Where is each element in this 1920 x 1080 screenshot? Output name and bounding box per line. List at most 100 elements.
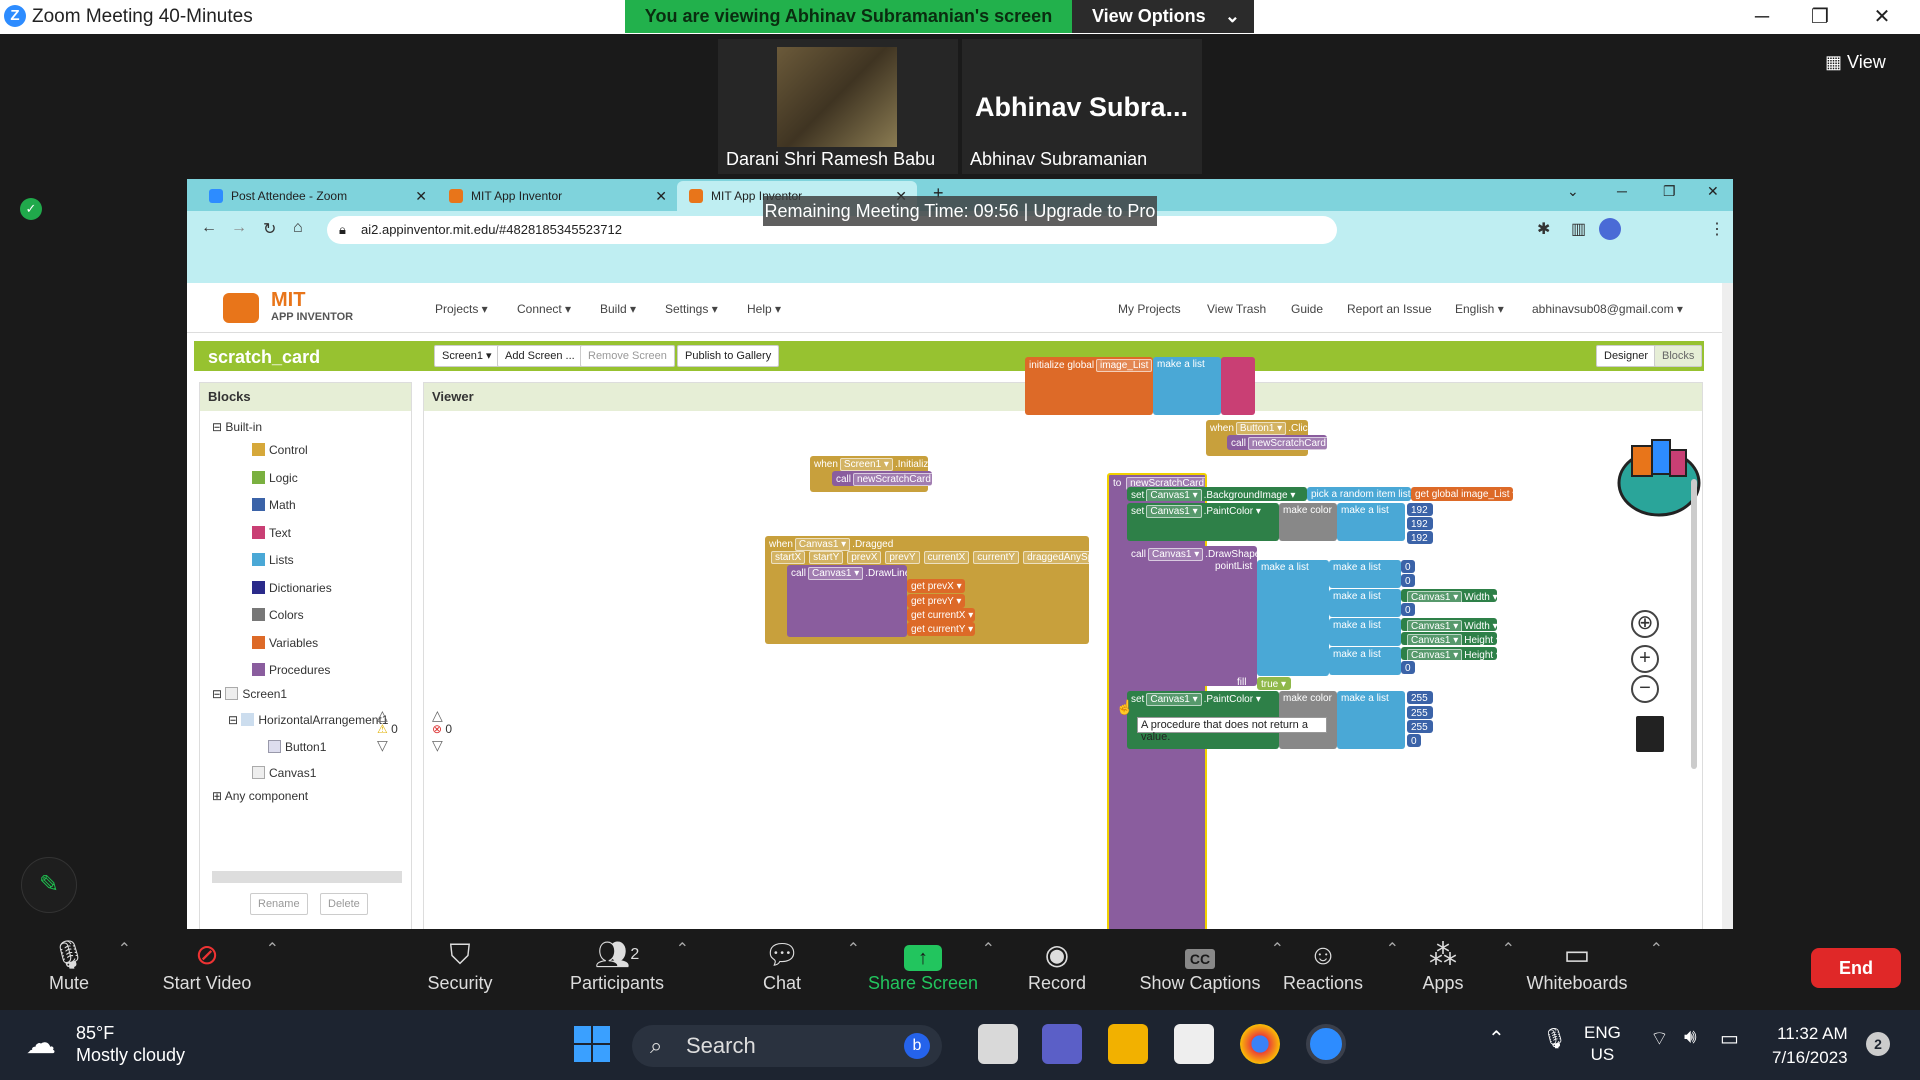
participants-button[interactable]: 👥︎2 Participants ⌃	[547, 937, 689, 994]
warnings-down-icon[interactable]: ▽	[377, 737, 388, 754]
param[interactable]: prevY	[885, 551, 920, 564]
volume-icon[interactable]: 🔊︎	[1684, 1026, 1697, 1049]
number-block[interactable]: 255	[1407, 691, 1433, 704]
back-icon[interactable]: ←	[201, 219, 217, 237]
record-button[interactable]: ◉ Record	[987, 937, 1127, 994]
canvas-width-block[interactable]: Canvas1 ▾ Width ▾	[1401, 618, 1497, 631]
proc-dropdown[interactable]: newScratchCard ▾	[853, 473, 932, 486]
get-currentx-block[interactable]: get currentX ▾	[907, 608, 975, 622]
teams-icon[interactable]	[1042, 1024, 1082, 1064]
menu-build[interactable]: Build ▾	[600, 302, 636, 316]
delete-button[interactable]: Delete	[320, 893, 368, 915]
component-dropdown[interactable]: Canvas1 ▾	[794, 538, 851, 551]
errors-down-icon[interactable]: ▽	[432, 737, 443, 754]
app-inventor-logo-icon[interactable]	[223, 293, 259, 323]
center-target-icon[interactable]: ⊕	[1631, 610, 1659, 638]
tray-mic-icon[interactable]: 🎙︎	[1542, 1026, 1567, 1051]
make-list-block[interactable]: make a list	[1337, 691, 1405, 749]
tree-any-component[interactable]: ⊞ Any component	[212, 789, 308, 803]
tree-item-procedures[interactable]: Procedures	[252, 663, 330, 677]
tree-item-math[interactable]: Math	[252, 498, 296, 512]
caret-up-icon[interactable]: ⌃	[1650, 939, 1663, 959]
set-bgimage-block[interactable]: set Canvas1 ▾ .BackgroundImage ▾	[1127, 487, 1307, 501]
browser-restore-icon[interactable]: ❐	[1663, 183, 1676, 200]
param[interactable]: draggedAnySprite	[1023, 551, 1089, 564]
make-list-block[interactable]: make a list	[1257, 560, 1329, 676]
component-dropdown[interactable]: Canvas1 ▾	[1146, 693, 1202, 706]
share-screen-button[interactable]: ↑ Share Screen ⌃	[853, 937, 995, 994]
menu-help[interactable]: Help ▾	[747, 302, 781, 316]
blocks-viewer[interactable]: Viewer	[423, 382, 1703, 929]
get-prevy-block[interactable]: get prevY ▾	[907, 594, 965, 608]
number-block[interactable]: 0	[1401, 661, 1415, 674]
true-block[interactable]: true ▾	[1257, 677, 1291, 690]
collapse-icon[interactable]: ⊟	[212, 687, 225, 701]
get-prevx-block[interactable]: get prevX ▾	[907, 579, 965, 593]
param[interactable]: currentX	[923, 551, 970, 564]
notification-badge[interactable]: 2	[1866, 1032, 1890, 1056]
component-dropdown[interactable]: Button1 ▾	[1235, 422, 1287, 435]
component-dropdown[interactable]: Canvas1 ▾	[1146, 505, 1202, 518]
file-explorer-icon[interactable]	[1108, 1024, 1148, 1064]
tree-item-lists[interactable]: Lists	[252, 553, 294, 567]
number-block[interactable]: 192	[1407, 517, 1433, 530]
language-indicator[interactable]: ENG US	[1584, 1022, 1621, 1066]
tray-chevron-icon[interactable]: ⌃	[1488, 1026, 1505, 1051]
menu-projects[interactable]: Projects ▾	[435, 302, 488, 316]
browser-tab[interactable]: Post Attendee - Zoom ✕	[197, 181, 437, 211]
clock[interactable]: 11:32 AM 7/16/2023	[1772, 1022, 1848, 1070]
taskbar-search[interactable]: ⌕ Search b	[632, 1025, 942, 1067]
canvas-width-block[interactable]: Canvas1 ▾ Width ▾	[1401, 589, 1497, 602]
number-block[interactable]: 192	[1407, 531, 1433, 544]
view-options-button[interactable]: View Options ⌄	[1072, 0, 1254, 33]
tree-harrangement[interactable]: ⊟ HorizontalArrangement1	[228, 713, 388, 727]
tree-item-colors[interactable]: Colors	[252, 608, 304, 622]
task-view-icon[interactable]	[978, 1024, 1018, 1064]
error-indicator[interactable]: ⊗ 0	[432, 722, 452, 736]
component-dropdown[interactable]: Canvas1 ▾	[1407, 649, 1463, 660]
publish-gallery-button[interactable]: Publish to Gallery	[677, 345, 780, 367]
close-icon[interactable]: ✕	[1862, 2, 1902, 32]
browser-menu-icon[interactable]: ⋮	[1709, 219, 1725, 239]
battery-icon[interactable]: ▭	[1720, 1026, 1739, 1051]
designer-button[interactable]: Designer	[1596, 345, 1657, 367]
tree-canvas1[interactable]: Canvas1	[252, 766, 316, 780]
tree-hscrollbar[interactable]	[212, 871, 402, 883]
remove-screen-button[interactable]: Remove Screen	[580, 345, 675, 367]
collapse-icon[interactable]: ⊟	[212, 420, 225, 434]
view-button[interactable]: ▦ View	[1825, 52, 1886, 73]
tree-builtin[interactable]: ⊟ Built-in	[212, 420, 262, 434]
browser-tab[interactable]: MIT App Inventor ✕	[437, 181, 677, 211]
tree-item-control[interactable]: Control	[252, 443, 308, 457]
menu-language[interactable]: English ▾	[1455, 302, 1504, 316]
param[interactable]: currentY	[973, 551, 1020, 564]
security-button[interactable]: ⛉ Security	[390, 937, 530, 994]
drawshape-block[interactable]: call Canvas1 ▾ .DrawShape pointList	[1127, 546, 1257, 686]
get-currenty-block[interactable]: get currentY ▾	[907, 622, 975, 636]
param[interactable]: prevX	[847, 551, 882, 564]
store-icon[interactable]	[1174, 1024, 1214, 1064]
browser-minimize-icon[interactable]: ─	[1617, 183, 1627, 199]
encryption-shield-icon[interactable]: ✓	[20, 198, 42, 220]
menu-connect[interactable]: Connect ▾	[517, 302, 571, 316]
tab-close-icon[interactable]: ✕	[655, 181, 667, 211]
rename-button[interactable]: Rename	[250, 893, 308, 915]
make-list-block[interactable]: make a list	[1153, 357, 1221, 415]
chat-button[interactable]: 💬︎ Chat ⌃	[712, 937, 860, 994]
warning-indicator[interactable]: ⚠ 0	[377, 722, 398, 736]
number-block[interactable]: 192	[1407, 503, 1433, 516]
component-dropdown[interactable]: Canvas1 ▾	[808, 567, 864, 580]
wifi-icon[interactable]: ⌔	[1650, 1026, 1669, 1051]
make-list-block[interactable]: make a list	[1329, 647, 1401, 675]
menu-view-trash[interactable]: View Trash	[1207, 302, 1266, 316]
pick-random-block[interactable]: pick a random item list	[1307, 487, 1411, 501]
number-block[interactable]: 255	[1407, 706, 1433, 719]
component-dropdown[interactable]: Canvas1 ▾	[1407, 634, 1463, 645]
make-list-block[interactable]: make a list	[1329, 560, 1401, 588]
annotate-pen-icon[interactable]: ✎	[21, 857, 77, 913]
caret-up-icon[interactable]: ⌃	[676, 939, 689, 959]
zoom-in-icon[interactable]: +	[1631, 645, 1659, 673]
caret-up-icon[interactable]: ⌃	[118, 939, 131, 959]
trash-icon[interactable]	[1636, 716, 1664, 752]
add-screen-button[interactable]: Add Screen ...	[497, 345, 583, 367]
